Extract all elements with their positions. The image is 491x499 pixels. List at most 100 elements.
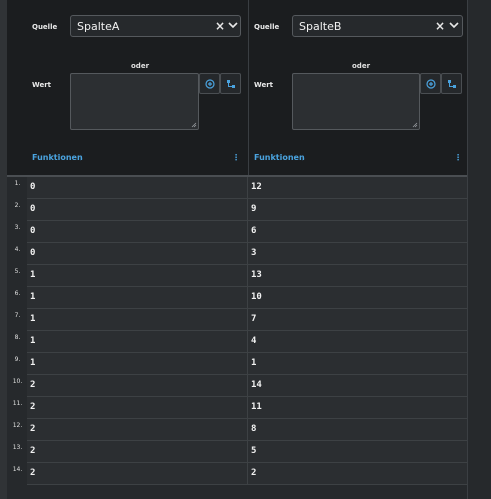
cell-spalte-b[interactable]: 14 xyxy=(248,375,467,397)
clear-icon[interactable]: × xyxy=(435,19,445,33)
chevron-right-icon[interactable]: › xyxy=(302,155,305,163)
chevron-down-icon[interactable] xyxy=(228,20,238,30)
cell-spalte-a[interactable]: 1 xyxy=(27,331,248,353)
wert-textarea[interactable] xyxy=(70,73,199,130)
cell-spalte-b[interactable]: 3 xyxy=(248,243,467,265)
row-number: 8. xyxy=(14,334,21,341)
source-select[interactable]: SpalteA × xyxy=(70,15,241,37)
cell-value: 7 xyxy=(251,314,257,324)
cell-value: 1 xyxy=(30,292,36,302)
hierarchy-icon xyxy=(227,80,235,88)
cell-value: 3 xyxy=(251,248,257,258)
cell-value: 2 xyxy=(30,468,36,478)
cell-value: 2 xyxy=(251,468,257,478)
cell-spalte-b[interactable]: 10 xyxy=(248,287,467,309)
cell-spalte-b[interactable]: 7 xyxy=(248,309,467,331)
cell-value: 12 xyxy=(251,182,262,192)
cell-value: 0 xyxy=(30,248,36,258)
cell-value: 2 xyxy=(30,446,36,456)
more-options-icon[interactable]: ⋮ xyxy=(232,153,240,162)
cell-spalte-a[interactable]: 0 xyxy=(27,177,248,199)
row-number: 13. xyxy=(12,444,23,451)
clear-icon[interactable]: × xyxy=(215,19,225,33)
header-divider xyxy=(7,175,467,177)
cell-spalte-b[interactable]: 13 xyxy=(248,265,467,287)
column-header-panel: Quelle SpalteA × oder Wert Funktionen › … xyxy=(7,0,467,175)
cell-spalte-a[interactable]: 0 xyxy=(27,221,248,243)
table-row: 2. 0 9 xyxy=(7,199,467,221)
cell-spalte-b[interactable]: 9 xyxy=(248,199,467,221)
cell-spalte-a[interactable]: 1 xyxy=(27,353,248,375)
source-value: SpalteB xyxy=(299,20,342,33)
cell-spalte-b[interactable]: 5 xyxy=(248,441,467,463)
quelle-label: Quelle xyxy=(254,23,280,31)
source-value: SpalteA xyxy=(77,20,120,33)
table-row: 6. 1 10 xyxy=(7,287,467,309)
table-frame: Quelle SpalteA × oder Wert Funktionen › … xyxy=(0,0,491,499)
cell-value: 1 xyxy=(251,358,257,368)
add-value-button[interactable] xyxy=(420,73,441,94)
cell-spalte-a[interactable]: 0 xyxy=(27,199,248,221)
cell-value: 2 xyxy=(30,424,36,434)
cell-value: 9 xyxy=(251,204,257,214)
oder-label: oder xyxy=(352,62,371,70)
chevron-down-icon[interactable] xyxy=(449,20,459,30)
table-row: 9. 1 1 xyxy=(7,353,467,375)
table-row: 4. 0 3 xyxy=(7,243,467,265)
table-row: 14. 2 2 xyxy=(7,463,467,485)
cell-value: 1 xyxy=(30,358,36,368)
cell-value: 10 xyxy=(251,292,262,302)
funktionen-link[interactable]: Funktionen xyxy=(254,153,305,162)
row-number: 7. xyxy=(14,312,21,319)
cell-spalte-a[interactable]: 2 xyxy=(27,441,248,463)
cell-spalte-b[interactable]: 1 xyxy=(248,353,467,375)
source-select[interactable]: SpalteB × xyxy=(292,15,463,37)
cell-spalte-b[interactable]: 11 xyxy=(248,397,467,419)
cell-spalte-a[interactable]: 2 xyxy=(27,419,248,441)
cell-spalte-a[interactable]: 1 xyxy=(27,309,248,331)
table-row: 10. 2 14 xyxy=(7,375,467,397)
row-number: 11. xyxy=(12,400,23,407)
cell-spalte-b[interactable]: 8 xyxy=(248,419,467,441)
row-number: 4. xyxy=(14,246,21,253)
tree-structure-button[interactable] xyxy=(220,73,241,94)
cell-spalte-b[interactable]: 2 xyxy=(248,463,467,485)
funktionen-link[interactable]: Funktionen xyxy=(32,153,83,162)
plus-circle-icon xyxy=(205,79,215,89)
cell-value: 1 xyxy=(30,314,36,324)
wert-textarea[interactable] xyxy=(292,73,420,130)
cell-value: 11 xyxy=(251,402,262,412)
cell-value: 1 xyxy=(30,336,36,346)
cell-spalte-a[interactable]: 1 xyxy=(27,287,248,309)
plus-circle-icon xyxy=(426,79,436,89)
cell-spalte-a[interactable]: 1 xyxy=(27,265,248,287)
row-number: 3. xyxy=(14,224,21,231)
cell-spalte-a[interactable]: 2 xyxy=(27,375,248,397)
wert-label: Wert xyxy=(32,81,52,89)
table-row: 1. 0 12 xyxy=(7,177,467,199)
cell-value: 5 xyxy=(251,446,257,456)
resize-grip-icon[interactable] xyxy=(412,122,418,128)
quelle-label: Quelle xyxy=(32,23,58,31)
cell-spalte-b[interactable]: 12 xyxy=(248,177,467,199)
row-number: 5. xyxy=(14,268,21,275)
cell-spalte-b[interactable]: 6 xyxy=(248,221,467,243)
cell-value: 6 xyxy=(251,226,257,236)
cell-spalte-a[interactable]: 2 xyxy=(27,397,248,419)
more-options-icon[interactable]: ⋮ xyxy=(454,153,462,162)
resize-grip-icon[interactable] xyxy=(191,122,197,128)
cell-value: 13 xyxy=(251,270,262,280)
cell-value: 0 xyxy=(30,204,36,214)
cell-spalte-a[interactable]: 2 xyxy=(27,463,248,485)
column-a-header: Quelle SpalteA × oder Wert Funktionen › … xyxy=(27,0,247,175)
cell-value: 2 xyxy=(30,402,36,412)
table-row: 11. 2 11 xyxy=(7,397,467,419)
cell-spalte-b[interactable]: 4 xyxy=(248,331,467,353)
chevron-right-icon[interactable]: › xyxy=(80,155,83,163)
table-row: 3. 0 6 xyxy=(7,221,467,243)
row-number: 6. xyxy=(14,290,21,297)
cell-spalte-a[interactable]: 0 xyxy=(27,243,248,265)
add-value-button[interactable] xyxy=(199,73,220,94)
cell-value: 0 xyxy=(30,226,36,236)
tree-structure-button[interactable] xyxy=(441,73,462,94)
